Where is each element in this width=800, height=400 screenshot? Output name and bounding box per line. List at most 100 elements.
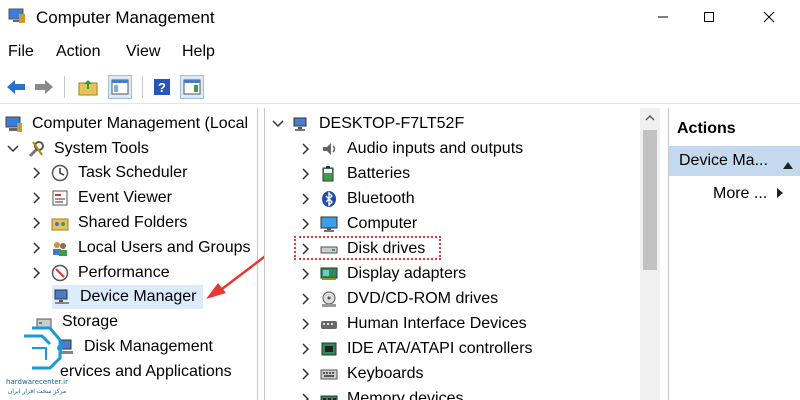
device-category-label: Batteries <box>347 165 411 182</box>
more-actions-label: More ... <box>713 185 768 202</box>
keyboard-icon <box>319 364 339 384</box>
chevron-right-icon[interactable] <box>299 217 313 231</box>
maximize-button[interactable] <box>686 4 732 30</box>
desktop-computer-icon <box>291 114 311 134</box>
chevron-right-icon[interactable] <box>30 266 44 280</box>
tree-item-label: Performance <box>78 264 170 281</box>
watermark-line1: hardwarecenter.ir <box>6 378 68 386</box>
up-folder-icon[interactable] <box>76 75 100 99</box>
tree-item-device-manager[interactable]: Device Manager <box>52 285 203 309</box>
scrollbar-thumb[interactable] <box>643 130 657 270</box>
vertical-scrollbar[interactable] <box>640 108 660 400</box>
menu-help[interactable]: Help <box>182 43 215 61</box>
actions-header: Actions <box>677 120 736 137</box>
device-category-bluetooth[interactable]: Bluetooth <box>299 187 415 211</box>
chevron-right-icon[interactable] <box>30 191 44 205</box>
device-category-keyboards[interactable]: Keyboards <box>299 362 424 386</box>
chevron-right-icon[interactable] <box>299 392 313 400</box>
event-viewer-icon <box>50 188 70 208</box>
device-category-hid[interactable]: Human Interface Devices <box>299 312 527 336</box>
device-tree-root[interactable]: DESKTOP-F7LT52F <box>271 112 464 136</box>
device-category-label: Audio inputs and outputs <box>347 140 524 157</box>
hid-icon <box>319 314 339 334</box>
chevron-right-icon[interactable] <box>299 142 313 156</box>
bluetooth-icon <box>319 189 339 209</box>
chevron-right-icon[interactable] <box>299 192 313 206</box>
device-category-label: Computer <box>347 215 418 232</box>
help-icon[interactable]: ? <box>150 75 174 99</box>
forward-arrow-icon[interactable] <box>32 75 56 99</box>
tree-item-disk-management[interactable]: Disk Management <box>56 335 213 359</box>
menu-file[interactable]: File <box>8 43 34 61</box>
device-category-label: Display adapters <box>347 265 467 282</box>
speaker-icon <box>319 139 339 159</box>
device-category-audio[interactable]: Audio inputs and outputs <box>299 137 523 161</box>
chevron-right-icon[interactable] <box>299 342 313 356</box>
chevron-right-icon[interactable] <box>299 267 313 281</box>
device-category-label: Bluetooth <box>347 190 415 207</box>
svg-text:?: ? <box>158 80 166 95</box>
window-title: Computer Management <box>36 8 215 27</box>
shared-folder-icon <box>50 213 70 233</box>
device-category-label: DVD/CD-ROM drives <box>347 290 499 307</box>
device-category-batteries[interactable]: Batteries <box>299 162 410 186</box>
chevron-down-icon[interactable] <box>6 142 20 156</box>
actions-device-manager-section[interactable]: Device Ma... <box>669 146 800 176</box>
tree-item-computer-management[interactable]: Computer Management (Local <box>4 112 248 136</box>
device-tree-root-label: DESKTOP-F7LT52F <box>319 115 465 132</box>
tree-item-label: Computer Management (Local <box>32 115 249 132</box>
tree-item-event-viewer[interactable]: Event Viewer <box>30 186 172 210</box>
device-category-label: IDE ATA/ATAPI controllers <box>347 340 533 357</box>
monitor-icon <box>319 214 339 234</box>
menu-view[interactable]: View <box>126 43 160 61</box>
watermark-logo: hardwarecenter.ir مرکز سخت افزار ایران <box>2 320 72 396</box>
title-bar: Computer Management <box>0 0 800 34</box>
close-button[interactable] <box>746 4 792 30</box>
actions-section-label: Device Ma... <box>679 152 768 169</box>
disk-drives-highlight-box <box>294 236 441 260</box>
device-manager-icon <box>52 287 72 307</box>
device-category-ide-controllers[interactable]: IDE ATA/ATAPI controllers <box>299 337 533 361</box>
device-category-memory[interactable]: Memory devices <box>299 387 463 400</box>
chevron-right-icon[interactable] <box>299 367 313 381</box>
show-action-pane-icon[interactable] <box>180 75 204 99</box>
menu-action[interactable]: Action <box>56 43 100 61</box>
chevron-right-icon[interactable] <box>299 292 313 306</box>
device-category-label: Memory devices <box>347 390 464 400</box>
show-hide-console-tree-icon[interactable] <box>108 75 132 99</box>
chevron-right-icon[interactable] <box>30 241 44 255</box>
back-arrow-icon[interactable] <box>4 75 28 99</box>
computer-management-app-icon <box>8 8 26 24</box>
tree-item-performance[interactable]: Performance <box>30 261 170 285</box>
computer-management-icon <box>4 114 24 134</box>
battery-icon <box>319 164 339 184</box>
tree-item-label: Event Viewer <box>78 189 172 206</box>
device-category-display-adapters[interactable]: Display adapters <box>299 262 466 286</box>
chevron-right-icon[interactable] <box>30 166 44 180</box>
watermark-line2: مرکز سخت افزار ایران <box>8 388 66 395</box>
tree-item-task-scheduler[interactable]: Task Scheduler <box>30 161 187 185</box>
scroll-up-arrow-icon[interactable] <box>640 108 660 128</box>
minimize-button[interactable] <box>640 4 686 30</box>
chevron-right-icon[interactable] <box>299 317 313 331</box>
memory-icon <box>319 389 339 400</box>
device-category-dvd-cd-rom[interactable]: DVD/CD-ROM drives <box>299 287 498 311</box>
tree-item-label: Shared Folders <box>78 214 188 231</box>
chevron-down-icon[interactable] <box>271 117 285 131</box>
collapse-up-icon[interactable] <box>783 156 793 174</box>
tree-item-services-and-applications[interactable]: ervices and Applications <box>60 360 232 384</box>
performance-icon <box>50 263 70 283</box>
tree-item-label: Disk Management <box>84 338 213 355</box>
device-category-computer[interactable]: Computer <box>299 212 417 236</box>
tree-item-shared-folders[interactable]: Shared Folders <box>30 211 187 235</box>
tree-item-label: Task Scheduler <box>78 164 188 181</box>
ide-controller-icon <box>319 339 339 359</box>
device-category-label: Human Interface Devices <box>347 315 527 332</box>
chevron-right-icon[interactable] <box>299 167 313 181</box>
tree-item-system-tools[interactable]: System Tools <box>6 137 149 161</box>
chevron-right-icon[interactable] <box>30 216 44 230</box>
clock-icon <box>50 163 70 183</box>
more-actions-item[interactable]: More ... <box>713 182 784 206</box>
device-category-label: Keyboards <box>347 365 424 382</box>
submenu-arrow-icon <box>777 185 784 203</box>
